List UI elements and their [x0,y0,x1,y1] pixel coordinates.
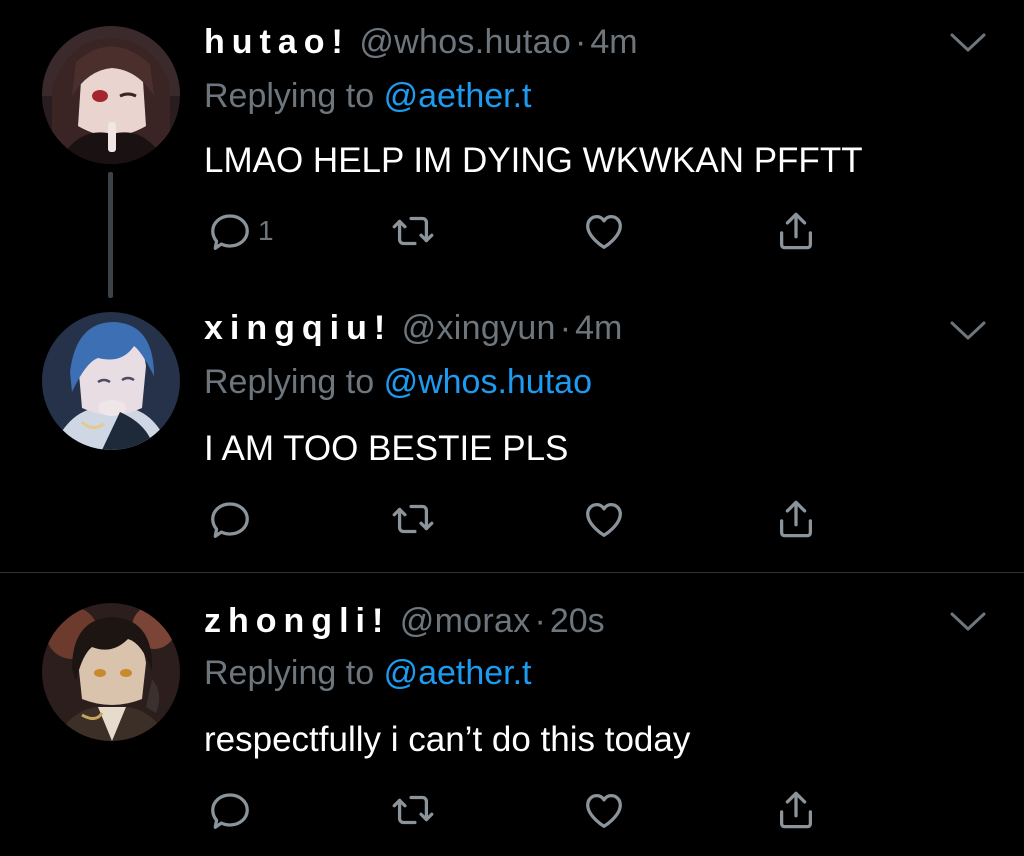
like-button[interactable] [580,494,628,544]
tweet-header: zhongli! @morax · 20s [204,601,605,641]
xingqiu-avatar [42,312,180,450]
reply-button[interactable] [206,785,258,835]
tweet-header: hutao! @whos.hutao · 4m [204,22,638,62]
replying-prefix: Replying to [204,77,375,115]
retweet-button[interactable] [388,785,438,835]
like-button[interactable] [580,206,628,256]
hutao-avatar [42,26,180,164]
separator-dot: · [559,309,572,347]
handle[interactable]: @morax [400,602,531,640]
timestamp[interactable]: 4m [590,23,637,61]
tweet-header: xingqiu! @xingyun · 4m [204,308,622,348]
replying-to: Replying to @whos.hutao [204,362,592,402]
chevron-down-icon[interactable] [948,318,988,344]
replying-to: Replying to @aether.t [204,76,532,116]
timestamp[interactable]: 4m [575,309,622,347]
zhongli-avatar [42,603,180,741]
share-icon [772,496,820,542]
display-name[interactable]: xingqiu! [204,309,392,347]
heart-icon [580,496,628,542]
tweet-text: respectfully i can’t do this today [204,720,691,759]
retweet-button[interactable] [388,206,438,256]
replying-prefix: Replying to [204,363,375,401]
action-bar: 1 [204,206,844,256]
display-name[interactable]: hutao! [204,23,350,61]
share-button[interactable] [772,206,820,256]
mention-link[interactable]: @whos.hutao [384,363,592,401]
tweet[interactable]: xingqiu! @xingyun · 4m Replying to @whos.h… [0,298,1024,570]
tweet-text: LMAO HELP IM DYING WKWKAN PFFTT [204,141,863,180]
timestamp[interactable]: 20s [550,602,605,640]
separator-dot: · [575,23,587,61]
share-button[interactable] [772,785,820,835]
action-bar [204,494,844,544]
avatar[interactable] [42,26,180,164]
avatar[interactable] [42,312,180,450]
display-name[interactable]: zhongli! [204,602,390,640]
chevron-down-icon[interactable] [948,30,988,56]
reply-icon [206,787,254,833]
retweet-icon [388,208,438,254]
reply-icon [206,208,254,254]
retweet-button[interactable] [388,494,438,544]
share-icon [772,787,820,833]
tweet-text: I AM TOO BESTIE PLS [204,429,569,468]
heart-icon [580,208,628,254]
avatar[interactable] [42,603,180,741]
tweet[interactable]: zhongli! @morax · 20s Replying to @aether.… [0,573,1024,856]
thread-line [108,172,113,298]
action-bar [204,785,844,835]
mention-link[interactable]: @aether.t [384,654,532,692]
retweet-icon [388,787,438,833]
reply-button[interactable]: 1 [206,206,274,256]
handle[interactable]: @whos.hutao [359,23,571,61]
share-button[interactable] [772,494,820,544]
reply-icon [206,496,254,542]
reply-count: 1 [258,215,274,246]
separator-dot: · [534,602,546,640]
heart-icon [580,787,628,833]
mention-link[interactable]: @aether.t [384,77,532,115]
replying-prefix: Replying to [204,654,375,692]
replying-to: Replying to @aether.t [204,653,532,693]
handle[interactable]: @xingyun [402,309,556,347]
reply-button[interactable] [206,494,258,544]
like-button[interactable] [580,785,628,835]
chevron-down-icon[interactable] [948,609,988,635]
tweet[interactable]: hutao! @whos.hutao · 4m Replying to @aethe… [0,0,1024,298]
retweet-icon [388,496,438,542]
share-icon [772,208,820,254]
